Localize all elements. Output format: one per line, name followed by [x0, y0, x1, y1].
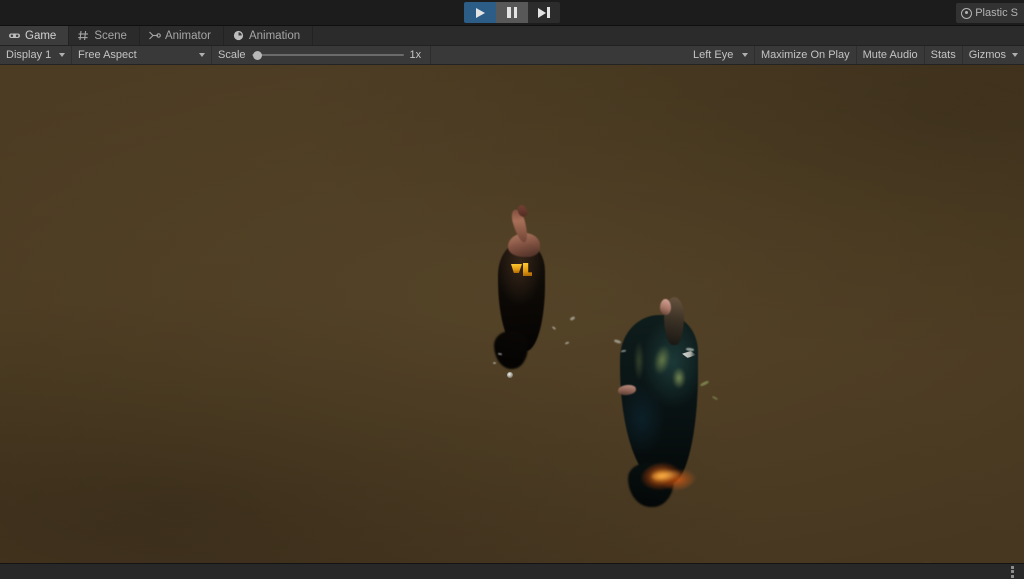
tab-scene-label: Scene [94, 29, 127, 42]
scale-control[interactable]: Scale 1x [212, 46, 431, 64]
scale-slider[interactable] [251, 50, 404, 61]
gizmos-label: Gizmos [968, 49, 1006, 61]
light-wisp [852, 551, 956, 563]
tab-animator[interactable]: Animator [139, 26, 224, 45]
character-back [612, 293, 712, 496]
tab-scene[interactable]: Scene [69, 26, 140, 45]
chevron-down-icon [199, 53, 205, 57]
stereo-eye-dropdown[interactable]: Left Eye [687, 46, 755, 64]
pause-button[interactable] [496, 2, 528, 23]
aspect-ratio-dropdown[interactable]: Free Aspect [72, 46, 212, 64]
plastic-scm-label: Plastic S [975, 7, 1018, 19]
maximize-on-play-toggle[interactable]: Maximize On Play [755, 46, 857, 64]
scale-value: 1x [409, 49, 422, 61]
step-icon [538, 7, 550, 18]
mute-audio-label: Mute Audio [862, 49, 918, 61]
pause-icon [507, 7, 517, 18]
chevron-down-icon [1012, 53, 1018, 57]
display-dropdown[interactable]: Display 1 [0, 46, 72, 64]
gamepad-icon [8, 29, 21, 42]
top-toolbar: Plastic S [0, 0, 1024, 26]
stereo-eye-label: Left Eye [692, 49, 734, 61]
chevron-down-icon [59, 53, 65, 57]
character-back-rim-light-right [672, 367, 686, 389]
tab-animation-label: Animation [248, 29, 301, 42]
kebab-menu-icon[interactable] [1009, 565, 1016, 579]
game-render-surface [0, 65, 1024, 563]
scale-slider-track [251, 54, 404, 56]
dust-particle [507, 372, 513, 378]
game-viewport[interactable] [0, 65, 1024, 563]
character-back-cloak [620, 315, 698, 483]
step-button[interactable] [528, 2, 560, 23]
tab-animator-label: Animator [164, 29, 211, 42]
scale-label: Scale [218, 49, 246, 61]
clock-icon [232, 29, 245, 42]
panel-tab-bar: Game Scene Animator Animation [0, 26, 1024, 46]
character-front-emblem [511, 263, 533, 278]
maximize-on-play-label: Maximize On Play [760, 49, 850, 61]
tab-animation[interactable]: Animation [223, 26, 314, 45]
display-dropdown-label: Display 1 [6, 49, 52, 61]
aspect-ratio-label: Free Aspect [78, 49, 137, 61]
status-bar [0, 563, 1024, 579]
plastic-scm-icon [961, 7, 973, 19]
character-back-face [660, 299, 671, 315]
dust-particle [493, 362, 496, 364]
scale-slider-knob[interactable] [252, 50, 262, 60]
character-back-rim-light-left [634, 341, 644, 381]
character-front [492, 203, 554, 355]
play-icon [475, 7, 485, 18]
dust-particle [711, 395, 719, 401]
dust-particle [564, 341, 570, 345]
stats-toggle[interactable]: Stats [925, 46, 963, 64]
game-view-toolbar: Display 1 Free Aspect Scale 1x Left Eye … [0, 46, 1024, 65]
unity-editor-window: Plastic S Game Scene Animator Animation … [0, 0, 1024, 579]
tab-game-label: Game [25, 29, 57, 42]
node-icon [148, 29, 161, 42]
plastic-scm-button[interactable]: Plastic S [956, 3, 1024, 23]
play-controls [464, 2, 560, 23]
mute-audio-toggle[interactable]: Mute Audio [857, 46, 925, 64]
chevron-down-icon [741, 53, 748, 57]
play-button[interactable] [464, 2, 496, 23]
tab-game[interactable]: Game [0, 26, 70, 45]
gizmos-dropdown[interactable]: Gizmos [963, 46, 1024, 64]
dust-particle [569, 315, 576, 322]
character-front-body [498, 243, 545, 351]
grid-icon [77, 29, 90, 42]
light-wisp-spark [906, 558, 934, 563]
stats-label: Stats [930, 49, 956, 61]
